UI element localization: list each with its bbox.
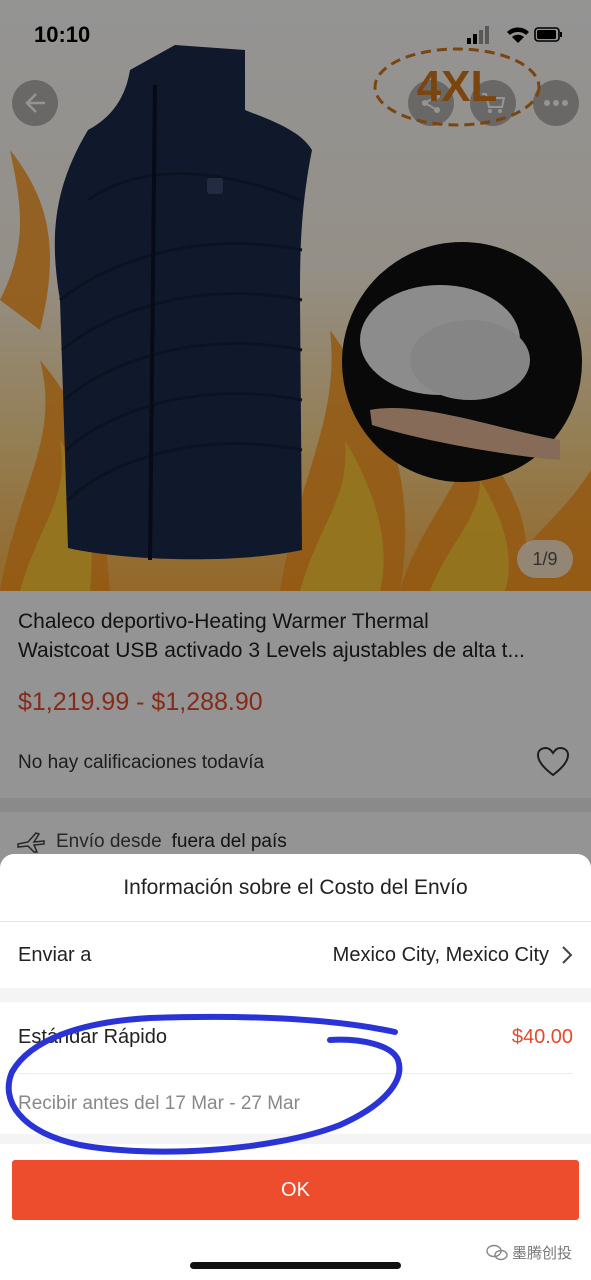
watermark-text: 墨腾创投	[512, 1245, 573, 1262]
shipping-method-name: Estándar Rápido	[18, 1026, 167, 1048]
ok-button[interactable]: OK	[12, 1160, 579, 1220]
ship-to-value: Mexico City, Mexico City	[332, 943, 549, 966]
ship-to-label: Enviar a	[18, 943, 92, 966]
delivery-estimate-row: Recibir antes del 17 Mar - 27 Mar	[18, 1076, 573, 1132]
watermark: 墨腾创投	[486, 1242, 572, 1263]
wechat-icon	[486, 1244, 508, 1260]
shipping-method-row[interactable]: Estándar Rápido $40.00	[18, 1002, 573, 1074]
home-indicator	[190, 1262, 401, 1269]
sheet-divider	[0, 988, 591, 1002]
sheet-divider-bottom	[0, 1134, 591, 1144]
ship-to-row[interactable]: Enviar a Mexico City, Mexico City	[0, 922, 591, 988]
delivery-estimate: Recibir antes del 17 Mar - 27 Mar	[18, 1093, 300, 1114]
sheet-title: Información sobre el Costo del Envío	[0, 854, 591, 922]
shipping-method-price: $40.00	[511, 1026, 573, 1048]
chevron-right-icon	[561, 945, 573, 965]
shipping-cost-sheet: Información sobre el Costo del Envío Env…	[0, 854, 591, 1280]
